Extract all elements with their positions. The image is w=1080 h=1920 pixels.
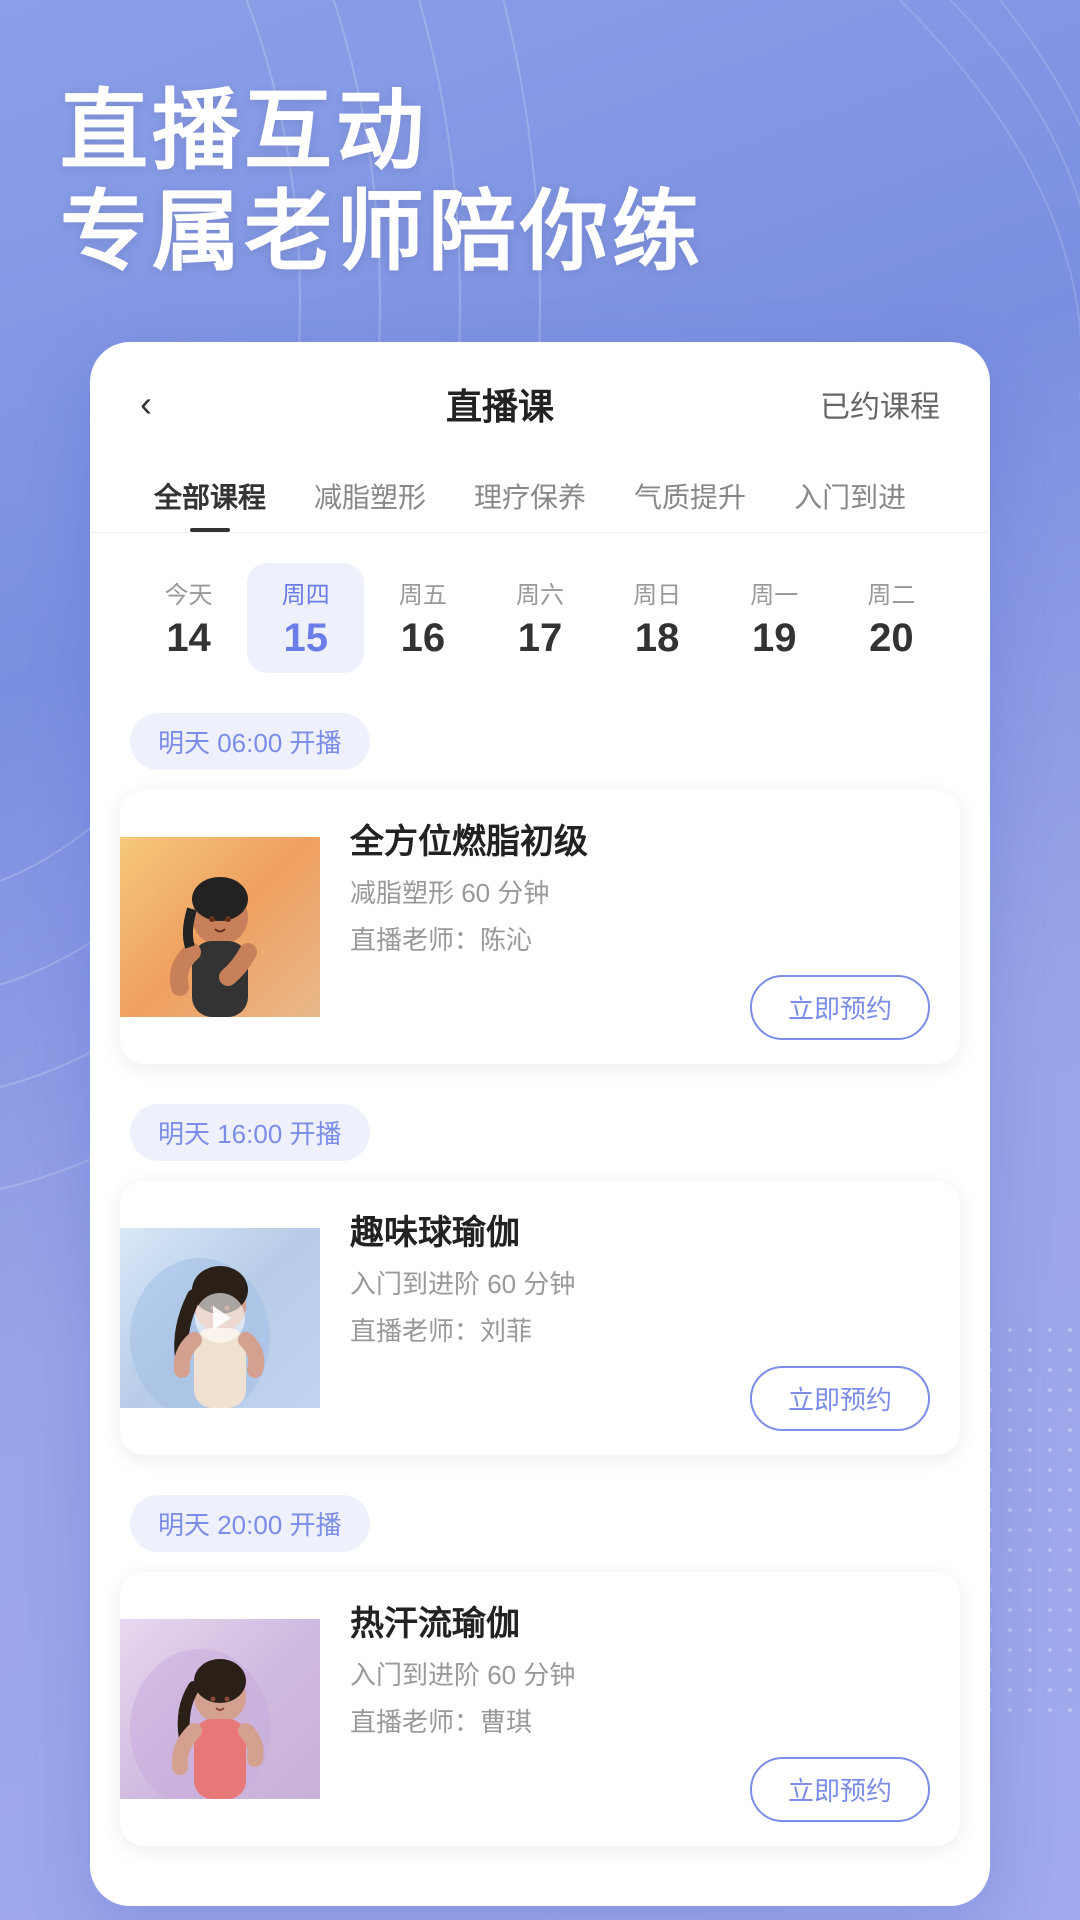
- course-teacher-1: 直播老师：陈沁: [350, 920, 930, 957]
- course-image-3: [120, 1619, 320, 1799]
- course-meta-2: 入门到进阶 60 分钟: [350, 1264, 930, 1301]
- back-button[interactable]: ‹: [140, 383, 180, 425]
- course-title-1: 全方位燃脂初级: [350, 814, 930, 863]
- date-item-15[interactable]: 周四 15: [247, 563, 364, 673]
- tab-all-courses[interactable]: 全部课程: [130, 460, 290, 532]
- date-item-17[interactable]: 周六 17: [481, 563, 598, 673]
- date-item-16[interactable]: 周五 16: [364, 563, 481, 673]
- page-title: 直播课: [446, 378, 554, 430]
- date-selector: 今天 14 周四 15 周五 16 周六 17 周日 18 周一 19: [90, 533, 990, 703]
- course-info-2: 趣味球瑜伽 入门到进阶 60 分钟 直播老师：刘菲 立即预约: [320, 1181, 960, 1455]
- date-item-19[interactable]: 周一 19: [716, 563, 833, 673]
- tab-fat-reduction[interactable]: 减脂塑形: [290, 460, 450, 532]
- date-item-18[interactable]: 周日 18: [599, 563, 716, 673]
- course-card-1: 全方位燃脂初级 减脂塑形 60 分钟 直播老师：陈沁 立即预约: [120, 790, 960, 1064]
- date-item-20[interactable]: 周二 20: [833, 563, 950, 673]
- category-tabs: 全部课程 减脂塑形 理疗保养 气质提升 入门到进: [90, 450, 990, 533]
- course-teacher-3: 直播老师：曹琪: [350, 1702, 930, 1739]
- course-meta-1: 减脂塑形 60 分钟: [350, 873, 930, 910]
- course-title-2: 趣味球瑜伽: [350, 1205, 930, 1254]
- course-card-3: 热汗流瑜伽 入门到进阶 60 分钟 直播老师：曹琪 立即预约: [120, 1572, 960, 1846]
- time-badge-3: 明天 20:00 开播: [130, 1495, 370, 1552]
- course-teacher-2: 直播老师：刘菲: [350, 1311, 930, 1348]
- card-header: ‹ 直播课 已约课程: [90, 342, 990, 450]
- course-card-2: 趣味球瑜伽 入门到进阶 60 分钟 直播老师：刘菲 立即预约: [120, 1181, 960, 1455]
- course-info-3: 热汗流瑜伽 入门到进阶 60 分钟 直播老师：曹琪 立即预约: [320, 1572, 960, 1846]
- reserve-button-3[interactable]: 立即预约: [750, 1757, 930, 1822]
- course-meta-3: 入门到进阶 60 分钟: [350, 1655, 930, 1692]
- hero-title-line2: 专属老师陪你练: [60, 181, 1020, 282]
- tab-therapy[interactable]: 理疗保养: [450, 460, 610, 532]
- booked-courses-link[interactable]: 已约课程: [820, 382, 940, 426]
- time-badge-1: 明天 06:00 开播: [130, 713, 370, 770]
- time-badge-2: 明天 16:00 开播: [130, 1104, 370, 1161]
- reserve-button-1[interactable]: 立即预约: [750, 975, 930, 1040]
- tab-temperament[interactable]: 气质提升: [610, 460, 770, 532]
- hero-title-line1: 直播互动: [60, 80, 1020, 181]
- course-image-1: [120, 837, 320, 1017]
- courses-scroll-area: 明天 06:00 开播: [90, 703, 990, 1906]
- reserve-button-2[interactable]: 立即预约: [750, 1366, 930, 1431]
- course-image-2: [120, 1228, 320, 1408]
- course-info-1: 全方位燃脂初级 减脂塑形 60 分钟 直播老师：陈沁 立即预约: [320, 790, 960, 1064]
- course-title-3: 热汗流瑜伽: [350, 1596, 930, 1645]
- date-item-14[interactable]: 今天 14: [130, 563, 247, 673]
- hero-section: 直播互动 专属老师陪你练: [0, 80, 1080, 282]
- app-card: ‹ 直播课 已约课程 全部课程 减脂塑形 理疗保养 气质提升 入门到进: [90, 342, 990, 1906]
- tab-beginner[interactable]: 入门到进: [770, 460, 930, 532]
